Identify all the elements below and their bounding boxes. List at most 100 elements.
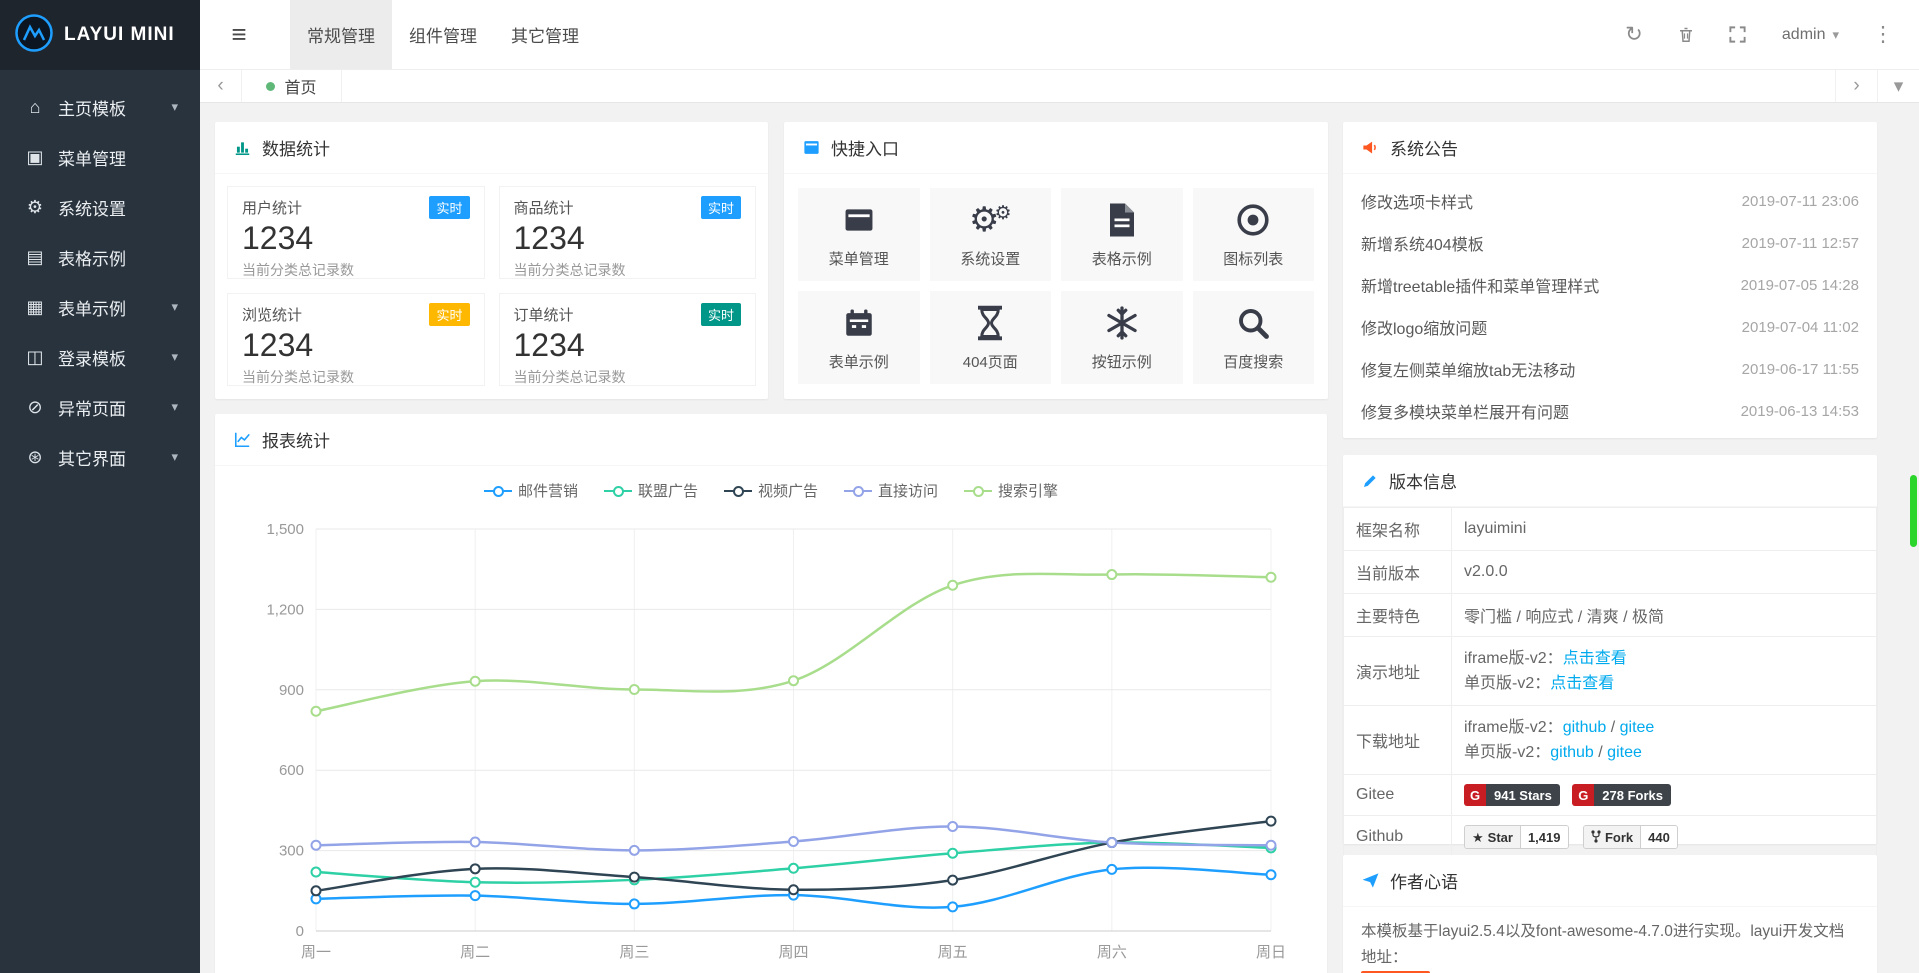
legend-item[interactable]: 直接访问 [844, 480, 938, 501]
demo-spa-link[interactable]: 点击查看 [1550, 675, 1614, 692]
svg-text:600: 600 [279, 762, 304, 779]
quick-item-button-example[interactable]: 按钮示例 [1061, 291, 1183, 384]
legend-item[interactable]: 视频广告 [724, 480, 818, 501]
quick-item-404-page[interactable]: 404页面 [930, 291, 1052, 384]
fork-icon [1591, 830, 1601, 845]
user-menu[interactable]: admin ▾ [1770, 0, 1851, 70]
download-spa-gitee-link[interactable]: gitee [1607, 744, 1642, 761]
legend-marker-icon [844, 485, 872, 497]
github-star-badge[interactable]: ★Star 1,419 [1464, 825, 1569, 849]
announcements-card: 系统公告 修改选项卡样式 2019-07-11 23:06 新增系统404模板 … [1343, 122, 1877, 438]
gitee-forks-badge[interactable]: G278 Forks [1572, 784, 1671, 806]
announcement-text: 修改logo缩放问题 [1361, 315, 1487, 339]
quick-item-baidu-search[interactable]: 百度搜索 [1193, 291, 1315, 384]
demo-line-prefix: iframe版-v2： [1464, 650, 1563, 667]
version-row-value: iframe版-v2：点击查看 单页版-v2：点击查看 [1452, 637, 1877, 706]
quick-item-menu-management[interactable]: 菜单管理 [798, 188, 920, 281]
quick-card-header: 快捷入口 [784, 122, 1328, 174]
legend-item[interactable]: 联盟广告 [604, 480, 698, 501]
quick-label: 404页面 [963, 351, 1018, 372]
nav-tab-other-management[interactable]: 其它管理 [494, 0, 596, 69]
sidebar-item-form-example[interactable]: ▦ 表单示例 ▾ [0, 282, 200, 332]
version-row-label: 下载地址 [1344, 706, 1452, 775]
tabs-dropdown-icon[interactable]: ▾ [1877, 70, 1919, 102]
table-row: 当前版本 v2.0.0 [1344, 551, 1877, 594]
chart-legend: 邮件营销 联盟广告 视频广告 直接访问 搜索引擎 [215, 480, 1327, 501]
tab-home[interactable]: 首页 [242, 70, 342, 102]
sidebar-item-menu-management[interactable]: ▣ 菜单管理 [0, 132, 200, 182]
announcement-item[interactable]: 修改logo缩放问题 2019-07-04 11:02 [1361, 306, 1859, 348]
nav-tab-component-management[interactable]: 组件管理 [392, 0, 494, 69]
quick-item-table-example[interactable]: 表格示例 [1061, 188, 1183, 281]
sidebar-item-other-ui[interactable]: ⊛ 其它界面 ▾ [0, 432, 200, 482]
card-title: 系统公告 [1390, 135, 1458, 160]
announcement-item[interactable]: 修复左侧菜单缩放tab无法移动 2019-06-17 11:55 [1361, 348, 1859, 390]
gitee-logo-icon: G [1464, 784, 1486, 806]
announcement-text: 修改选项卡样式 [1361, 189, 1473, 213]
stat-label: 订单统计 [514, 304, 574, 325]
svg-text:周六: 周六 [1097, 944, 1127, 961]
stats-chart-icon [233, 138, 252, 157]
legend-label: 视频广告 [758, 480, 818, 501]
stats-grid: 用户统计实时 1234 当前分类总记录数 商品统计实时 1234 当前分类总记录… [215, 174, 768, 398]
svg-text:300: 300 [279, 843, 304, 860]
announcement-date: 2019-07-05 14:28 [1741, 277, 1859, 294]
version-row-value: 零门槛 / 响应式 / 清爽 / 极简 [1452, 594, 1877, 637]
legend-label: 联盟广告 [638, 480, 698, 501]
announcement-item[interactable]: 新增treetable插件和菜单管理样式 2019-07-05 14:28 [1361, 264, 1859, 306]
nav-tab-regular-management[interactable]: 常规管理 [290, 0, 392, 69]
announcement-item[interactable]: 修改选项卡样式 2019-07-11 23:06 [1361, 180, 1859, 222]
download-iframe-gitee-link[interactable]: gitee [1620, 719, 1655, 736]
hourglass-icon [975, 303, 1005, 343]
header: LAYUI MINI ≡ 常规管理 组件管理 其它管理 ↻ admin ▾ [0, 0, 1919, 70]
version-row-label: 当前版本 [1344, 551, 1452, 594]
fullscreen-icon[interactable] [1718, 0, 1758, 70]
sidebar-item-table-example[interactable]: ▤ 表格示例 [0, 232, 200, 282]
paper-plane-icon [1361, 871, 1380, 890]
menu-toggle-icon[interactable]: ≡ [204, 0, 274, 69]
version-table: 框架名称 layuimini 当前版本 v2.0.0 主要特色 零门槛 / 响应… [1343, 507, 1877, 859]
sidebar-item-label: 主页模板 [58, 95, 126, 120]
announcements-card-header: 系统公告 [1343, 122, 1877, 174]
report-card-header: 报表统计 [215, 414, 1327, 466]
door-icon: ◫ [22, 347, 48, 368]
logo[interactable]: LAYUI MINI [0, 0, 200, 70]
version-row-label: Gitee [1344, 775, 1452, 816]
clear-cache-trash-icon[interactable] [1666, 0, 1706, 70]
link-separator: / [1594, 744, 1607, 761]
github-fork-badge[interactable]: Fork 440 [1583, 825, 1678, 849]
sidebar-item-system-settings[interactable]: ⚙ 系统设置 [0, 182, 200, 232]
download-spa-github-link[interactable]: github [1550, 744, 1594, 761]
tabs-scroll-left-icon[interactable]: ‹ [200, 70, 242, 102]
announcement-item[interactable]: 新增系统404模板 2019-07-11 12:57 [1361, 222, 1859, 264]
version-row-value: ★Star 1,419 Fork 440 [1452, 816, 1877, 859]
sidebar-item-login-template[interactable]: ◫ 登录模板 ▾ [0, 332, 200, 382]
quick-item-system-settings[interactable]: ⚙⚙ 系统设置 [930, 188, 1052, 281]
tabbar-spacer [342, 70, 1835, 102]
quick-item-icon-list[interactable]: 图标列表 [1193, 188, 1315, 281]
chevron-down-icon: ▾ [171, 349, 178, 365]
quick-label: 图标列表 [1223, 248, 1283, 269]
refresh-icon[interactable]: ↻ [1614, 0, 1654, 70]
legend-item[interactable]: 邮件营销 [484, 480, 578, 501]
announcement-date: 2019-07-11 12:57 [1742, 235, 1859, 252]
version-row-label: 演示地址 [1344, 637, 1452, 706]
sidebar-item-home-template[interactable]: ⌂ 主页模板 ▾ [0, 82, 200, 132]
status-badge: 实时 [429, 196, 469, 219]
stat-value: 1234 [514, 327, 742, 364]
stat-desc: 当前分类总记录数 [514, 260, 742, 280]
github-fork-count: 440 [1641, 826, 1677, 848]
sidebar-item-error-pages[interactable]: ⊘ 异常页面 ▾ [0, 382, 200, 432]
calendar-icon: ▦ [22, 297, 48, 318]
sidebar-item-label: 其它界面 [58, 445, 126, 470]
more-menu-icon[interactable]: ⋮ [1863, 0, 1903, 70]
table-row: Github ★Star 1,419 Fork 440 [1344, 816, 1877, 859]
tabs-scroll-right-icon[interactable]: › [1835, 70, 1877, 102]
demo-iframe-link[interactable]: 点击查看 [1563, 650, 1627, 667]
gitee-stars-badge[interactable]: G941 Stars [1464, 784, 1560, 806]
download-iframe-github-link[interactable]: github [1563, 719, 1607, 736]
announcement-item[interactable]: 修复多模块菜单栏展开有问题 2019-06-13 14:53 [1361, 390, 1859, 432]
legend-item[interactable]: 搜索引擎 [964, 480, 1058, 501]
page-scrollbar-thumb[interactable] [1910, 475, 1917, 547]
quick-item-form-example[interactable]: 表单示例 [798, 291, 920, 384]
